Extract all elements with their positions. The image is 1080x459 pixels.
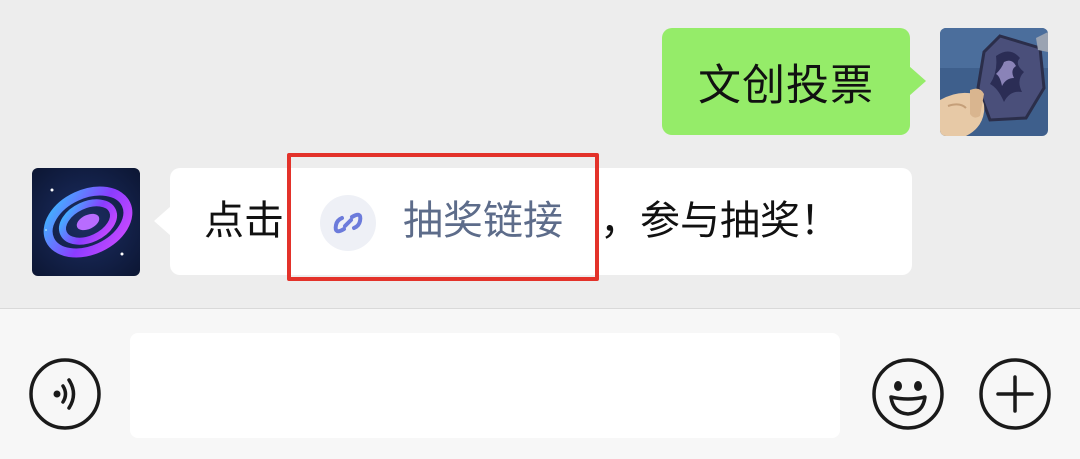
outgoing-message-bubble[interactable]: 文创投票: [662, 28, 926, 135]
dragon-seal-avatar-icon[interactable]: [940, 28, 1048, 136]
galaxy-avatar-icon[interactable]: [32, 168, 140, 276]
incoming-message-text-after: ，参与抽奖！: [600, 198, 840, 244]
outgoing-message-text: 文创投票: [698, 60, 874, 111]
emoji-icon[interactable]: [871, 357, 945, 435]
input-bar: [0, 308, 1080, 459]
highlight-box: [287, 153, 599, 281]
add-icon[interactable]: [978, 357, 1052, 435]
chat-area: 文创投票 点击 抽奖链接 ，参与抽奖！: [0, 0, 1080, 308]
incoming-message-text-before: 点击: [204, 198, 284, 244]
voice-icon[interactable]: [28, 357, 102, 435]
message-input[interactable]: [130, 333, 840, 438]
